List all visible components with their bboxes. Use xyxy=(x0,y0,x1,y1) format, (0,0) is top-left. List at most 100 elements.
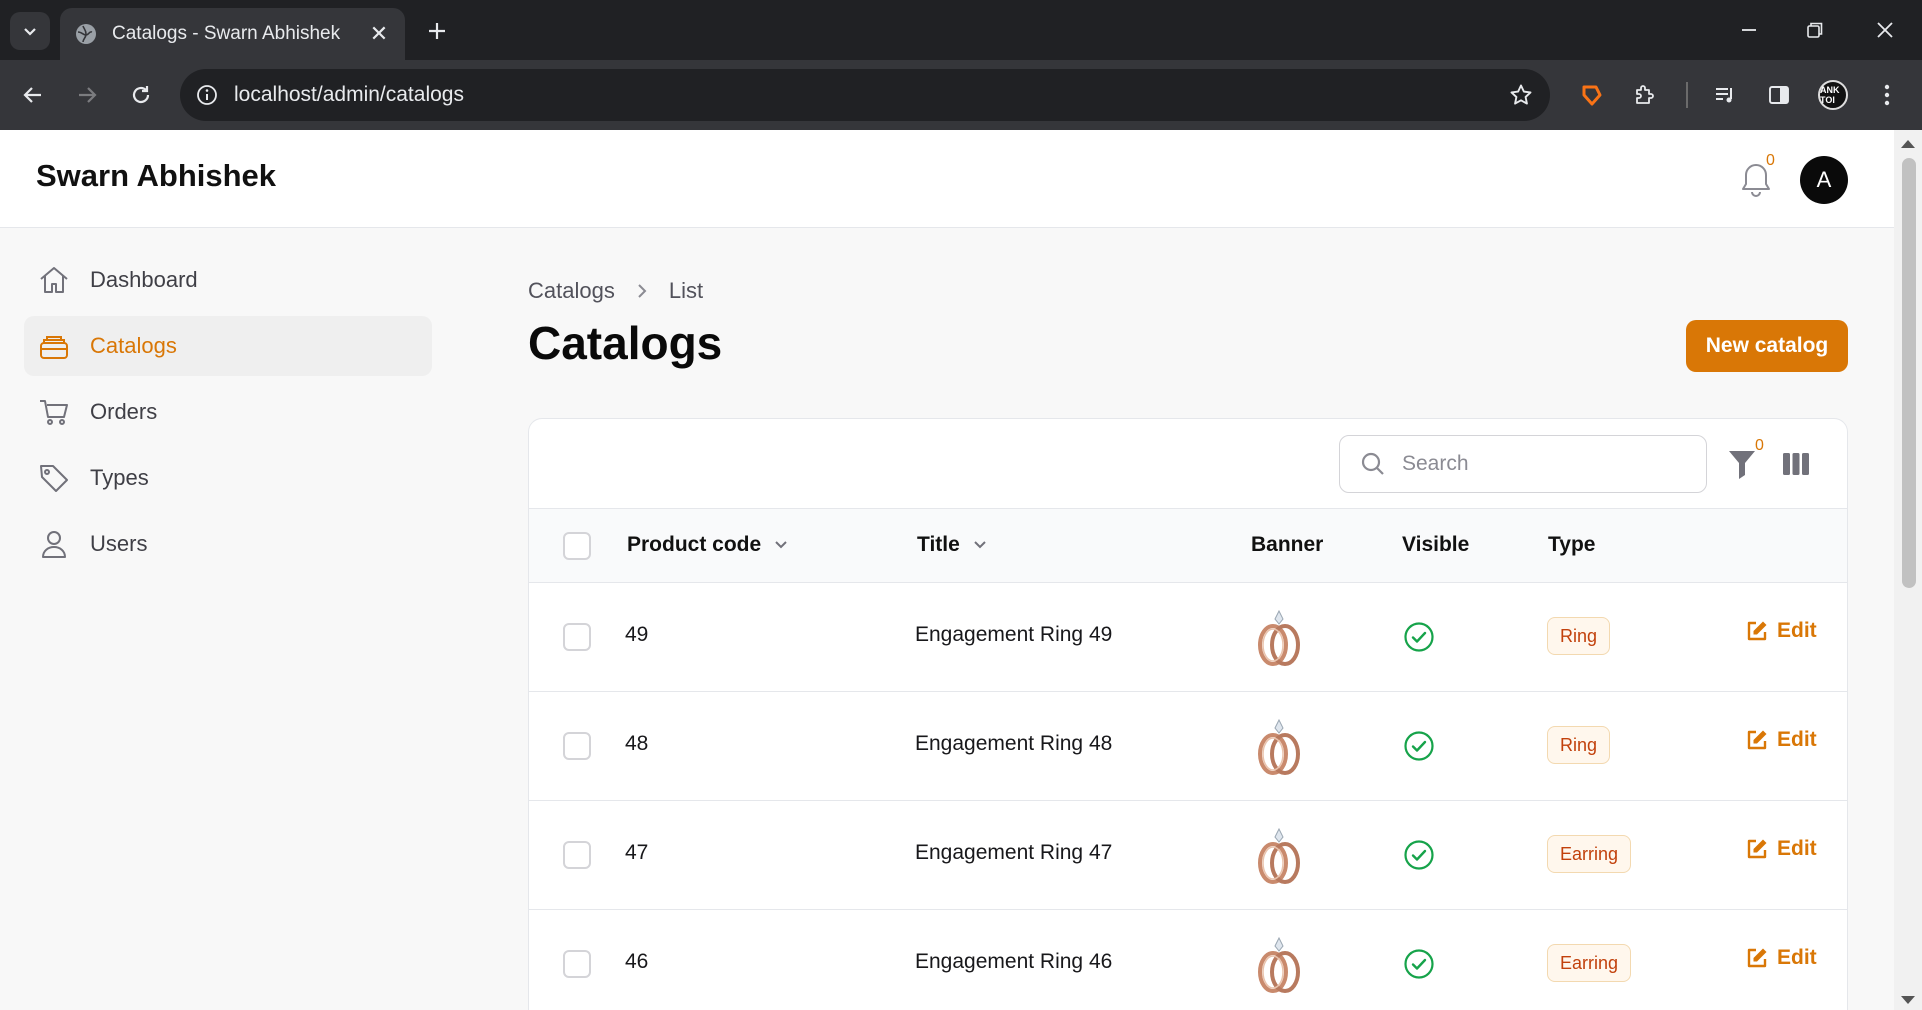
breadcrumb-list: List xyxy=(668,278,704,303)
new-tab-button[interactable] xyxy=(420,14,454,48)
ring-banner-image xyxy=(1258,827,1300,884)
edit-button[interactable]: Edit xyxy=(1745,946,1817,970)
product-code-cell: 48 xyxy=(625,732,649,755)
breadcrumb-catalogs[interactable]: Catalogs xyxy=(528,278,615,304)
product-code-cell: 46 xyxy=(625,950,649,973)
arrow-right-icon xyxy=(79,87,97,103)
visible-check-icon xyxy=(1404,949,1434,979)
edit-button[interactable]: Edit xyxy=(1745,728,1817,752)
tab-search-button[interactable] xyxy=(10,12,50,50)
table-row[interactable]: 49 Engagement Ring 49 Ring Edit xyxy=(529,583,1847,692)
filter-count: 0 xyxy=(1755,437,1764,454)
title-cell: Engagement Ring 46 xyxy=(915,950,1113,973)
table-row[interactable]: 46 Engagement Ring 46 Earring Edit xyxy=(529,910,1847,1010)
plus-icon xyxy=(429,23,445,39)
extensions-puzzle-icon[interactable] xyxy=(1626,76,1664,114)
type-badge: Earring xyxy=(1547,835,1632,873)
edit-label: Edit xyxy=(1777,946,1817,969)
close-tab-icon[interactable]: ✕ xyxy=(367,21,391,46)
back-button[interactable] xyxy=(14,76,52,114)
close-icon xyxy=(1877,22,1893,38)
bookmark-star-icon[interactable] xyxy=(1506,80,1536,110)
close-window-button[interactable] xyxy=(1860,8,1910,52)
scroll-up-icon[interactable] xyxy=(1901,140,1915,148)
sidebar-item-types[interactable]: Types xyxy=(24,448,432,508)
profile-picture: ANK TOI xyxy=(1818,80,1848,110)
browser-tab[interactable]: Catalogs - Swarn Abhishek ✕ xyxy=(60,8,405,60)
side-panel-icon[interactable] xyxy=(1760,76,1798,114)
edit-pencil-icon xyxy=(1745,728,1769,752)
column-header-banner: Banner xyxy=(1251,533,1323,557)
sidebar-item-users[interactable]: Users xyxy=(24,514,432,574)
catalogs-table-card: 0 Product code Title Banner Visible Type… xyxy=(528,418,1848,1010)
edit-pencil-icon xyxy=(1745,619,1769,643)
table-row[interactable]: 47 Engagement Ring 47 Earring Edit xyxy=(529,801,1847,910)
sidebar-item-label: Orders xyxy=(90,399,158,424)
user-avatar[interactable]: A xyxy=(1800,156,1848,204)
tag-icon xyxy=(36,460,72,496)
column-label: Banner xyxy=(1251,533,1324,556)
scrollbar-thumb[interactable] xyxy=(1902,158,1916,588)
scroll-down-icon[interactable] xyxy=(1901,996,1915,1004)
table-row[interactable]: 48 Engagement Ring 48 Ring Edit xyxy=(529,692,1847,801)
edit-button[interactable]: Edit xyxy=(1745,619,1817,643)
visible-check-icon xyxy=(1404,840,1434,870)
visible-check-icon xyxy=(1404,731,1434,761)
page-scrollbar[interactable] xyxy=(1894,130,1922,1010)
row-checkbox[interactable] xyxy=(563,623,591,651)
search-input[interactable] xyxy=(1402,452,1682,476)
site-info-icon[interactable] xyxy=(194,82,220,108)
sidebar-item-label: Catalogs xyxy=(90,333,177,358)
type-badge: Earring xyxy=(1547,944,1632,982)
column-header-visible: Visible xyxy=(1402,533,1469,557)
browser-toolbar: localhost/admin/catalogs ANK TOI xyxy=(0,60,1922,130)
visible-check-icon xyxy=(1404,622,1434,652)
sidebar-item-label: Types xyxy=(90,465,149,490)
sidebar-item-orders[interactable]: Orders xyxy=(24,382,432,442)
browser-menu-button[interactable] xyxy=(1868,76,1906,114)
minimize-button[interactable] xyxy=(1724,8,1774,52)
media-controls-icon[interactable] xyxy=(1706,76,1744,114)
search-box[interactable] xyxy=(1339,435,1707,493)
toolbar-separator xyxy=(1686,82,1688,108)
arrow-left-icon xyxy=(23,87,41,103)
page-title: Catalogs xyxy=(528,317,723,369)
url-text[interactable]: localhost/admin/catalogs xyxy=(234,83,1506,107)
address-bar[interactable]: localhost/admin/catalogs xyxy=(180,69,1550,121)
product-code-cell: 49 xyxy=(625,623,649,646)
globe-icon xyxy=(76,24,96,44)
app-topbar: Swarn Abhishek 0 A xyxy=(0,130,1894,228)
forward-button[interactable] xyxy=(68,76,106,114)
restore-icon xyxy=(1807,22,1823,38)
brave-extension-icon[interactable] xyxy=(1572,76,1610,114)
brand-name[interactable]: Swarn Abhishek xyxy=(36,158,276,194)
profile-avatar[interactable]: ANK TOI xyxy=(1814,76,1852,114)
cart-icon xyxy=(36,394,72,430)
columns-toggle-icon[interactable] xyxy=(1781,449,1811,479)
restore-button[interactable] xyxy=(1790,8,1840,52)
reload-button[interactable] xyxy=(122,76,160,114)
column-label: Visible xyxy=(1402,533,1470,556)
edit-button[interactable]: Edit xyxy=(1745,837,1817,861)
sort-chevron-icon xyxy=(972,539,988,551)
sidebar-item-dashboard[interactable]: Dashboard xyxy=(24,250,432,310)
sidebar-item-catalogs[interactable]: Catalogs xyxy=(24,316,432,376)
ring-banner-image xyxy=(1258,718,1300,775)
filter-icon[interactable] xyxy=(1727,447,1757,481)
edit-label: Edit xyxy=(1777,728,1817,751)
edit-pencil-icon xyxy=(1745,946,1769,970)
title-cell: Engagement Ring 48 xyxy=(915,732,1113,755)
column-label: Type xyxy=(1548,533,1596,556)
page-viewport: Swarn Abhishek 0 A Dashboard Catalogs Or… xyxy=(0,130,1894,1010)
type-badge: Ring xyxy=(1547,617,1611,655)
new-catalog-button[interactable]: New catalog xyxy=(1686,320,1848,372)
row-checkbox[interactable] xyxy=(563,950,591,978)
column-header-type: Type xyxy=(1548,533,1595,557)
home-icon xyxy=(36,262,72,298)
row-checkbox[interactable] xyxy=(563,841,591,869)
user-icon xyxy=(36,526,72,562)
select-all-checkbox[interactable] xyxy=(563,532,591,560)
column-header-title[interactable]: Title xyxy=(917,533,988,557)
column-header-product-code[interactable]: Product code xyxy=(627,533,789,557)
row-checkbox[interactable] xyxy=(563,732,591,760)
